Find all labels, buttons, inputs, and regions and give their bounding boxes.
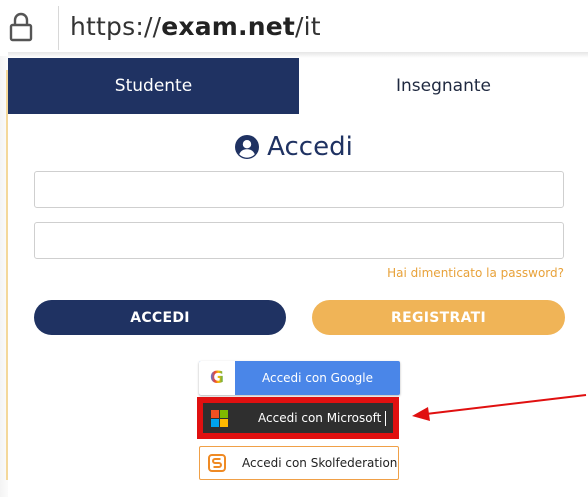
url-domain: exam.net: [161, 12, 296, 41]
tab-studente-label: Studente: [114, 76, 193, 96]
tab-insegnante[interactable]: Insegnante: [299, 58, 588, 114]
url-path: /it: [295, 12, 321, 41]
google-login-label: Accedi con Google: [261, 371, 374, 385]
accedi-button-label: ACCEDI: [130, 309, 190, 326]
username-field[interactable]: [34, 171, 564, 208]
accedi-button[interactable]: ACCEDI: [34, 300, 286, 335]
registrati-button-label: REGISTRATI: [391, 309, 486, 326]
password-field[interactable]: [34, 222, 564, 259]
tab-studente[interactable]: Studente: [8, 58, 299, 114]
microsoft-icon: [211, 409, 228, 427]
user-circle-icon: [235, 135, 260, 159]
text-cursor: [385, 410, 387, 426]
tab-insegnante-label: Insegnante: [396, 76, 491, 96]
skolfederation-login-label: Accedi con Skolfederation: [242, 456, 398, 470]
skolfederation-login-button[interactable]: Accedi con Skolfederation: [199, 446, 399, 480]
microsoft-login-button[interactable]: Accedi con Microsoft: [203, 403, 393, 433]
annotation-arrow-icon: [412, 394, 587, 421]
skolfederation-icon: [208, 454, 226, 472]
address-divider: [58, 6, 59, 50]
page-title: Accedi: [0, 132, 588, 162]
google-icon-glyph: G: [210, 368, 224, 388]
google-login-button[interactable]: G Accedi con Google: [199, 361, 400, 395]
forgot-password-link[interactable]: Hai dimenticato la password?: [387, 266, 564, 280]
url-field[interactable]: https://exam.net/it: [70, 10, 321, 44]
page-title-text: Accedi: [267, 132, 353, 162]
lock-icon[interactable]: [8, 12, 34, 42]
url-prefix: https://: [70, 12, 162, 41]
microsoft-login-label: Accedi con Microsoft: [258, 411, 382, 425]
google-icon: G: [199, 361, 235, 395]
registrati-button[interactable]: REGISTRATI: [312, 300, 565, 335]
